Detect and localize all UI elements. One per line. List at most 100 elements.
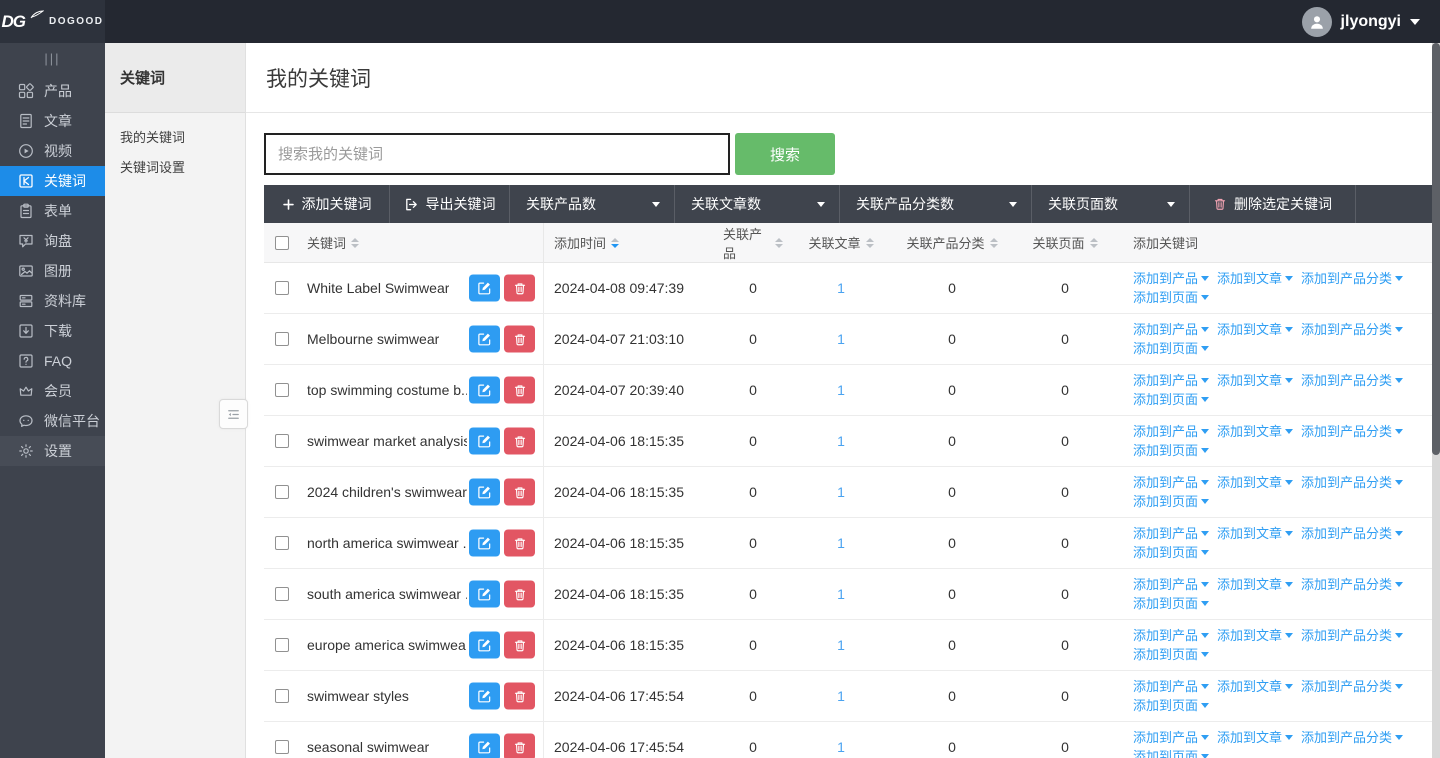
edit-button[interactable] (469, 581, 500, 608)
related-articles-count[interactable]: 1 (783, 433, 899, 449)
column-header-related-pages[interactable]: 关联页面 (1005, 233, 1125, 252)
edit-button[interactable] (469, 377, 500, 404)
sort-arrows-icon[interactable] (990, 238, 998, 248)
column-header-related-product-categories[interactable]: 关联产品分类 (899, 233, 1005, 252)
sidebar-collapse-handle[interactable]: ||| (0, 43, 105, 76)
filter-related-pages-count[interactable]: 关联页面数 (1032, 185, 1190, 223)
sidebar-item-settings[interactable]: 设置 (0, 436, 105, 466)
add-to-link-0[interactable]: 添加到产品 (1133, 525, 1209, 543)
add-to-link-0[interactable]: 添加到产品 (1133, 372, 1209, 390)
sidebar-item-articles[interactable]: 文章 (0, 106, 105, 136)
search-button[interactable]: 搜索 (735, 133, 835, 175)
add-to-link-1[interactable]: 添加到文章 (1217, 729, 1293, 747)
add-to-link-1[interactable]: 添加到文章 (1217, 576, 1293, 594)
add-to-link-1[interactable]: 添加到文章 (1217, 627, 1293, 645)
related-articles-count[interactable]: 1 (783, 586, 899, 602)
add-to-link-0[interactable]: 添加到产品 (1133, 321, 1209, 339)
add-to-link-2[interactable]: 添加到产品分类 (1301, 525, 1403, 543)
row-checkbox[interactable] (275, 383, 289, 397)
row-checkbox[interactable] (275, 485, 289, 499)
sidebar-item-forms[interactable]: 表单 (0, 196, 105, 226)
add-to-link-0[interactable]: 添加到产品 (1133, 729, 1209, 747)
add-to-link-1[interactable]: 添加到文章 (1217, 525, 1293, 543)
user-menu[interactable]: jlyongyi (1302, 7, 1440, 37)
edit-button[interactable] (469, 683, 500, 710)
subsidebar-item-keyword-settings[interactable]: 关键词设置 (105, 151, 245, 181)
edit-button[interactable] (469, 428, 500, 455)
subsidebar-item-my-keywords[interactable]: 我的关键词 (105, 121, 245, 151)
delete-button[interactable] (504, 377, 535, 404)
add-to-link-0[interactable]: 添加到产品 (1133, 270, 1209, 288)
add-to-link-3[interactable]: 添加到页面 (1133, 442, 1209, 460)
row-checkbox[interactable] (275, 536, 289, 550)
add-to-link-2[interactable]: 添加到产品分类 (1301, 423, 1403, 441)
add-to-link-2[interactable]: 添加到产品分类 (1301, 576, 1403, 594)
add-to-link-3[interactable]: 添加到页面 (1133, 595, 1209, 613)
edit-button[interactable] (469, 479, 500, 506)
sidebar-item-inquiries[interactable]: 询盘 (0, 226, 105, 256)
add-to-link-2[interactable]: 添加到产品分类 (1301, 474, 1403, 492)
column-header-related-products[interactable]: 关联产品 (723, 224, 783, 262)
delete-button[interactable] (504, 581, 535, 608)
sort-arrows-icon[interactable] (1090, 238, 1098, 248)
sidebar-item-keywords[interactable]: 关键词 (0, 166, 105, 196)
edit-button[interactable] (469, 275, 500, 302)
add-to-link-3[interactable]: 添加到页面 (1133, 340, 1209, 358)
sidebar-item-videos[interactable]: 视频 (0, 136, 105, 166)
related-articles-count[interactable]: 1 (783, 637, 899, 653)
column-header-added-time[interactable]: 添加时间 (543, 223, 723, 262)
add-to-link-1[interactable]: 添加到文章 (1217, 321, 1293, 339)
related-articles-count[interactable]: 1 (783, 280, 899, 296)
delete-button[interactable] (504, 734, 535, 758)
sort-arrows-icon[interactable] (611, 238, 619, 248)
edit-button[interactable] (469, 530, 500, 557)
select-all-checkbox[interactable] (275, 236, 289, 250)
add-to-link-2[interactable]: 添加到产品分类 (1301, 321, 1403, 339)
filter-related-articles-count[interactable]: 关联文章数 (675, 185, 840, 223)
sidebar-item-gallery[interactable]: 图册 (0, 256, 105, 286)
related-articles-count[interactable]: 1 (783, 331, 899, 347)
add-to-link-2[interactable]: 添加到产品分类 (1301, 627, 1403, 645)
add-to-link-3[interactable]: 添加到页面 (1133, 697, 1209, 715)
sidebar-item-members[interactable]: 会员 (0, 376, 105, 406)
sidebar-item-wechat-platform[interactable]: 微信平台 (0, 406, 105, 436)
row-checkbox[interactable] (275, 434, 289, 448)
add-to-link-3[interactable]: 添加到页面 (1133, 289, 1209, 307)
edit-button[interactable] (469, 326, 500, 353)
search-input[interactable] (264, 133, 730, 175)
row-checkbox[interactable] (275, 587, 289, 601)
add-to-link-2[interactable]: 添加到产品分类 (1301, 729, 1403, 747)
related-articles-count[interactable]: 1 (783, 382, 899, 398)
column-header-related-articles[interactable]: 关联文章 (783, 233, 899, 252)
row-checkbox[interactable] (275, 689, 289, 703)
related-articles-count[interactable]: 1 (783, 739, 899, 755)
add-to-link-3[interactable]: 添加到页面 (1133, 646, 1209, 664)
panel-collapse-button[interactable] (219, 399, 248, 429)
add-keyword-button[interactable]: 添加关键词 (264, 185, 390, 223)
sort-arrows-icon[interactable] (351, 238, 359, 248)
sidebar-item-products[interactable]: 产品 (0, 76, 105, 106)
related-articles-count[interactable]: 1 (783, 484, 899, 500)
edit-button[interactable] (469, 632, 500, 659)
add-to-link-1[interactable]: 添加到文章 (1217, 678, 1293, 696)
row-checkbox[interactable] (275, 332, 289, 346)
export-keywords-button[interactable]: 导出关键词 (390, 185, 510, 223)
related-articles-count[interactable]: 1 (783, 688, 899, 704)
column-header-keyword[interactable]: 关键词 (300, 233, 543, 252)
add-to-link-0[interactable]: 添加到产品 (1133, 576, 1209, 594)
sort-arrows-icon[interactable] (866, 238, 874, 248)
delete-button[interactable] (504, 632, 535, 659)
row-checkbox[interactable] (275, 638, 289, 652)
add-to-link-2[interactable]: 添加到产品分类 (1301, 270, 1403, 288)
delete-button[interactable] (504, 683, 535, 710)
scrollbar-thumb[interactable] (1432, 43, 1440, 455)
delete-button[interactable] (504, 326, 535, 353)
filter-related-products-count[interactable]: 关联产品数 (510, 185, 675, 223)
add-to-link-1[interactable]: 添加到文章 (1217, 372, 1293, 390)
add-to-link-3[interactable]: 添加到页面 (1133, 544, 1209, 562)
delete-button[interactable] (504, 530, 535, 557)
delete-button[interactable] (504, 428, 535, 455)
delete-selected-button[interactable]: 删除选定关键词 (1190, 185, 1356, 223)
row-checkbox[interactable] (275, 281, 289, 295)
add-to-link-0[interactable]: 添加到产品 (1133, 627, 1209, 645)
